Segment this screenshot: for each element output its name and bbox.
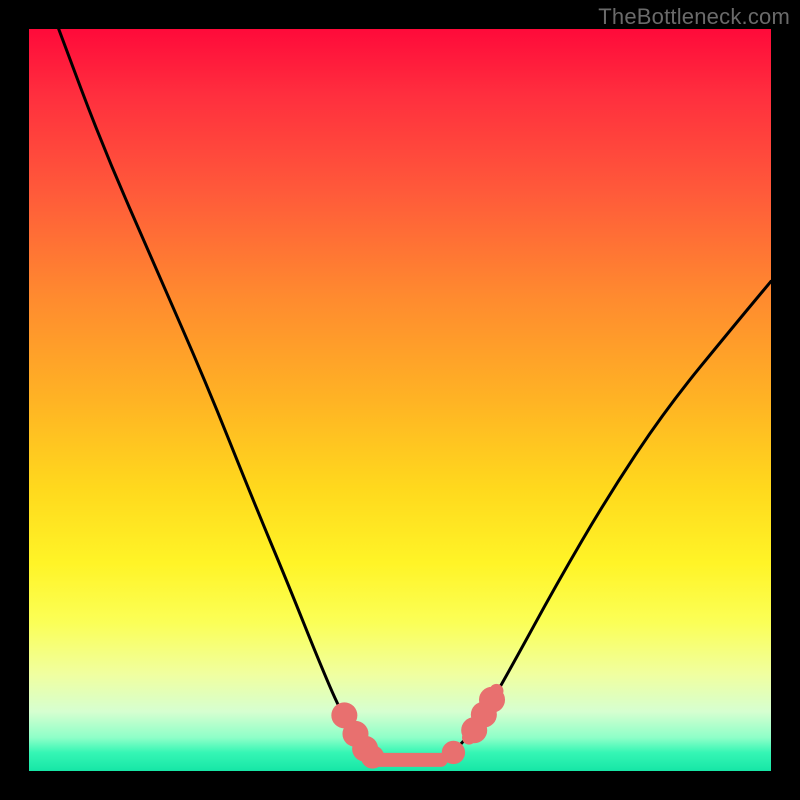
- chart-frame: TheBottleneck.com: [0, 0, 800, 800]
- plot-area: [29, 29, 771, 771]
- bottleneck-curve-path: [59, 29, 771, 762]
- watermark-text: TheBottleneck.com: [598, 4, 790, 30]
- curve-svg: [29, 29, 771, 771]
